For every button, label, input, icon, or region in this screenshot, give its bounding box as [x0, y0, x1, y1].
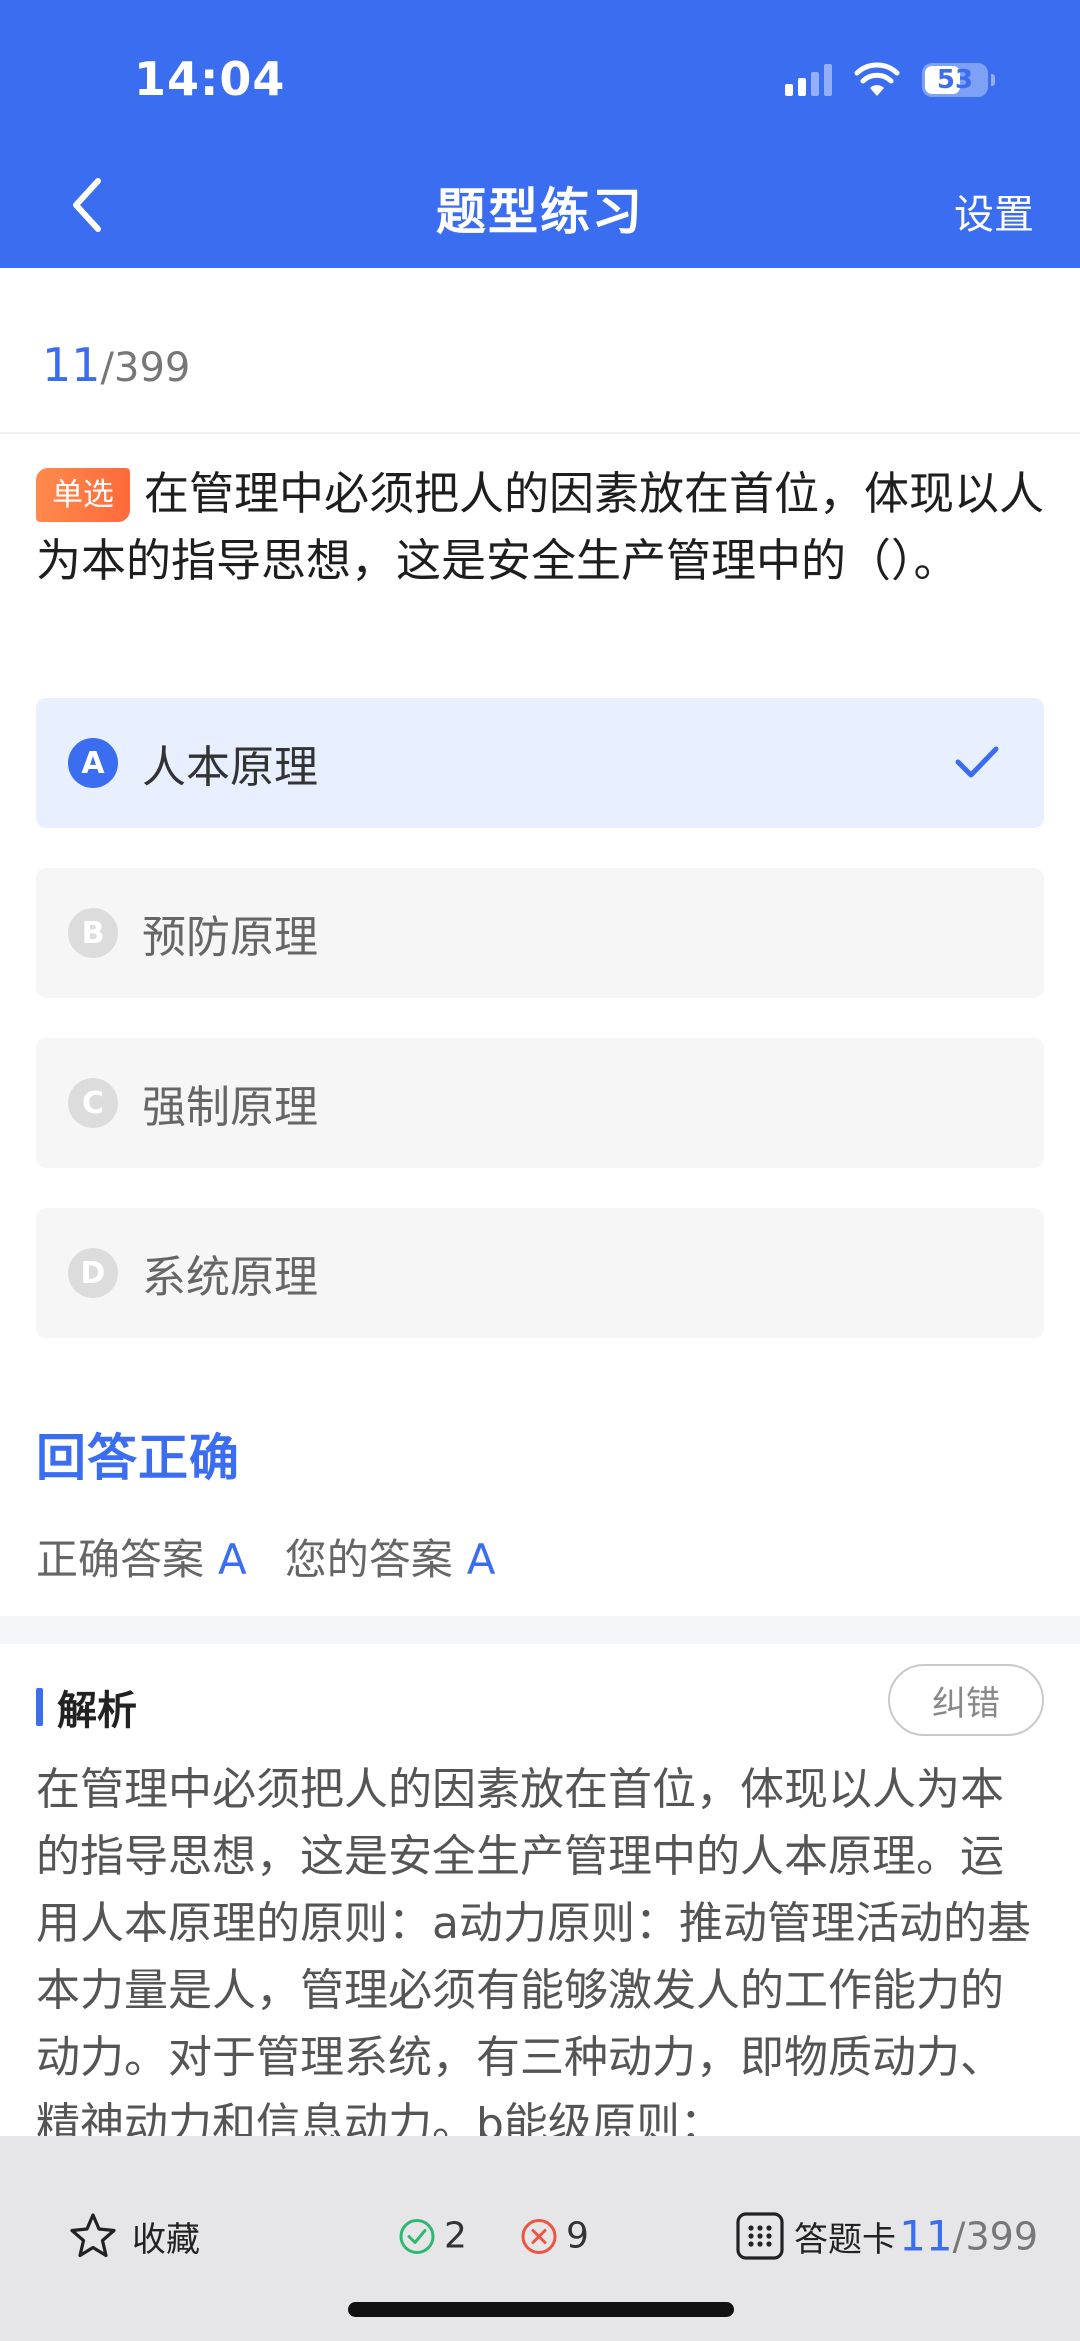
grid-icon	[736, 2212, 784, 2260]
analysis-accent-bar	[36, 1688, 43, 1726]
status-icons: 53	[785, 58, 995, 102]
wrong-circle-icon	[521, 2218, 557, 2254]
option-letter: C	[68, 1078, 118, 1128]
option-a[interactable]: A 人本原理	[36, 698, 1044, 828]
option-text: 人本原理	[142, 742, 318, 793]
correct-circle-icon	[399, 2218, 435, 2254]
question-text: 在管理中必须把人的因素放在首位，体现以人为本的指导思想，这是安全生产管理中的（）…	[36, 467, 1045, 587]
question: 单选 在管理中必须把人的因素放在首位，体现以人为本的指导思想，这是安全生产管理中的…	[36, 460, 1048, 594]
settings-button[interactable]: 设置	[954, 182, 1034, 240]
answer-card-label: 答题卡	[794, 2219, 896, 2260]
page-title: 题型练习	[436, 183, 644, 241]
status-time: 14:04	[134, 52, 286, 106]
progress-current: 11	[42, 338, 101, 392]
option-c[interactable]: C 强制原理	[36, 1038, 1044, 1168]
correct-count: 2	[398, 2216, 467, 2257]
answer-card-button[interactable]: 答题卡	[734, 2210, 896, 2262]
option-text: 强制原理	[142, 1082, 318, 1133]
question-progress: 11/399	[42, 338, 190, 392]
bottom-progress-total: /399	[952, 2214, 1038, 2258]
bottom-progress: 11/399	[899, 2212, 1038, 2261]
correct-count-value: 2	[444, 2215, 467, 2257]
header: 14:04 53 题型练习 设置	[0, 0, 1080, 268]
analysis-title: 解析	[57, 1688, 137, 1734]
home-indicator	[348, 2302, 734, 2317]
divider	[0, 432, 1080, 434]
checkmark-icon	[955, 746, 999, 778]
cellular-signal-icon	[785, 64, 832, 96]
progress-total: /399	[100, 345, 191, 391]
analysis-text: 在管理中必须把人的因素放在首位，体现以人为本的指导思想，这是安全生产管理中的人本…	[36, 1764, 1031, 2136]
favorite-button[interactable]: 收藏	[68, 2211, 200, 2261]
section-divider	[0, 1616, 1080, 1644]
bottom-progress-current: 11	[899, 2211, 953, 2261]
option-letter: A	[68, 738, 118, 788]
option-d[interactable]: D 系统原理	[36, 1208, 1044, 1338]
battery-level: 53	[936, 65, 974, 95]
analysis-header: 解析	[36, 1678, 137, 1736]
correct-answer-value: A	[218, 1535, 247, 1584]
star-icon	[70, 2213, 116, 2258]
option-letter: D	[68, 1248, 118, 1298]
answer-summary: 正确答案 A 您的答案 A	[36, 1526, 534, 1587]
favorite-label: 收藏	[132, 2219, 200, 2260]
wrong-count-value: 9	[566, 2215, 589, 2257]
option-text: 系统原理	[142, 1252, 318, 1303]
option-b[interactable]: B 预防原理	[36, 868, 1044, 998]
your-answer-value: A	[466, 1535, 496, 1584]
battery-icon: 53	[922, 63, 995, 97]
option-letter: B	[68, 908, 118, 958]
wifi-icon	[854, 62, 900, 96]
report-error-button[interactable]: 纠错	[888, 1664, 1044, 1736]
result-title: 回答正确	[36, 1429, 240, 1487]
option-text: 预防原理	[142, 912, 318, 963]
your-answer-label: 您的答案	[284, 1535, 453, 1584]
question-type-badge: 单选	[36, 468, 130, 522]
wrong-count: 9	[520, 2216, 589, 2257]
correct-answer-label: 正确答案	[36, 1535, 205, 1584]
